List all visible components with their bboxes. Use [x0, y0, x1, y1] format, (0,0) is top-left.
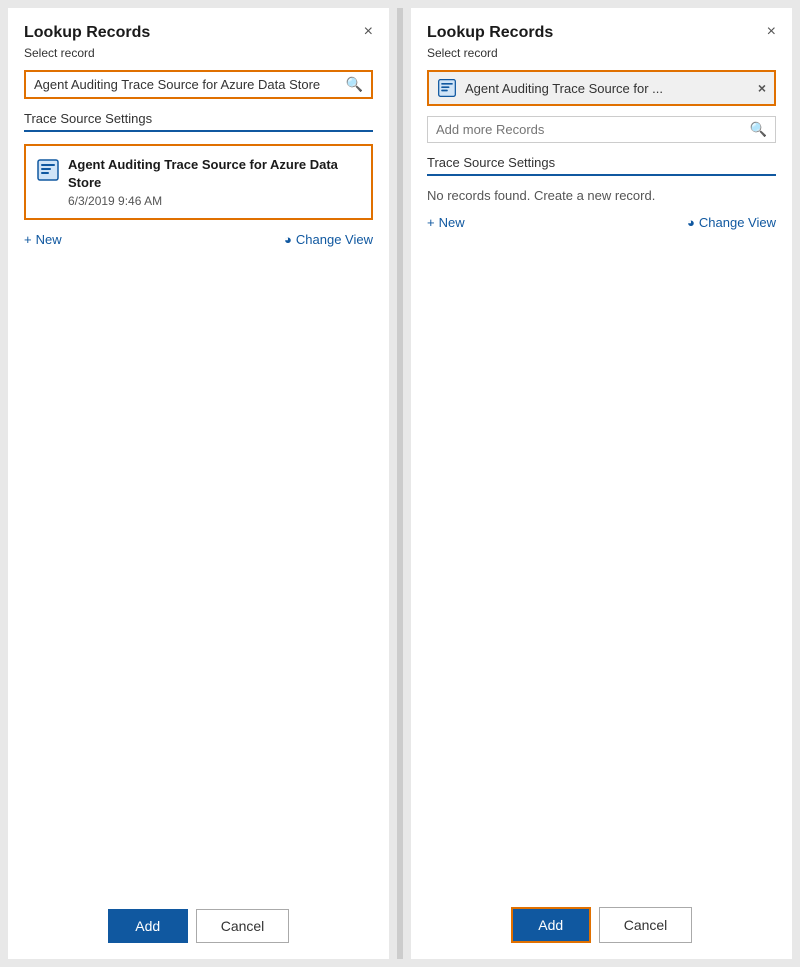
right-selected-tag-remove[interactable]: × — [758, 80, 766, 96]
left-change-view-label: Change View — [296, 232, 373, 247]
left-panel: Lookup Records × Select record 🔍 Trace S… — [8, 8, 389, 959]
right-change-view-button[interactable]: ◕ Change View — [687, 215, 776, 230]
left-search-icon: 🔍 — [346, 76, 363, 93]
left-record-info: Agent Auditing Trace Source for Azure Da… — [68, 156, 361, 208]
left-panel-header: Lookup Records × — [24, 24, 373, 42]
left-select-record-label: Select record — [24, 46, 373, 60]
right-add-more-box[interactable]: 🔍 — [427, 116, 776, 143]
right-panel-header: Lookup Records × — [427, 24, 776, 42]
left-record-item[interactable]: Agent Auditing Trace Source for Azure Da… — [24, 144, 373, 220]
right-selected-tag-text: Agent Auditing Trace Source for ... — [465, 81, 750, 96]
right-select-record-label: Select record — [427, 46, 776, 60]
left-panel-footer: Add Cancel — [24, 909, 373, 943]
right-cancel-button[interactable]: Cancel — [599, 907, 693, 943]
left-record-date: 6/3/2019 9:46 AM — [68, 194, 361, 208]
right-panel-title: Lookup Records — [427, 24, 553, 42]
right-action-row: + New ◕ Change View — [427, 215, 776, 230]
left-new-button[interactable]: + New — [24, 232, 62, 247]
left-new-plus-icon: + — [24, 232, 32, 247]
left-record-icon — [36, 158, 60, 182]
left-section-label: Trace Source Settings — [24, 111, 373, 132]
right-new-button[interactable]: + New — [427, 215, 465, 230]
left-panel-title: Lookup Records — [24, 24, 150, 42]
right-section-label: Trace Source Settings — [427, 155, 776, 176]
right-no-records-text: No records found. Create a new record. — [427, 188, 776, 203]
left-search-input[interactable] — [34, 77, 346, 92]
right-change-view-label: Change View — [699, 215, 776, 230]
right-new-plus-icon: + — [427, 215, 435, 230]
right-add-more-input[interactable] — [436, 122, 750, 137]
right-add-button[interactable]: Add — [511, 907, 591, 943]
left-action-row: + New ◕ Change View — [24, 232, 373, 247]
left-new-label: New — [36, 232, 62, 247]
right-change-view-icon: ◕ — [687, 215, 695, 230]
left-change-view-button[interactable]: ◕ Change View — [284, 232, 373, 247]
right-selected-tag[interactable]: Agent Auditing Trace Source for ... × — [427, 70, 776, 106]
left-search-box[interactable]: 🔍 — [24, 70, 373, 99]
left-close-button[interactable]: × — [364, 24, 373, 40]
right-panel: Lookup Records × Select record Agent Aud… — [411, 8, 792, 959]
left-record-name: Agent Auditing Trace Source for Azure Da… — [68, 156, 361, 192]
left-cancel-button[interactable]: Cancel — [196, 909, 290, 943]
right-panel-footer: Add Cancel — [427, 907, 776, 943]
left-change-view-icon: ◕ — [284, 232, 292, 247]
right-close-button[interactable]: × — [767, 24, 776, 40]
right-selected-tag-icon — [437, 78, 457, 98]
panel-divider — [397, 8, 403, 959]
right-new-label: New — [439, 215, 465, 230]
left-add-button[interactable]: Add — [108, 909, 188, 943]
right-search-icon: 🔍 — [750, 121, 767, 138]
